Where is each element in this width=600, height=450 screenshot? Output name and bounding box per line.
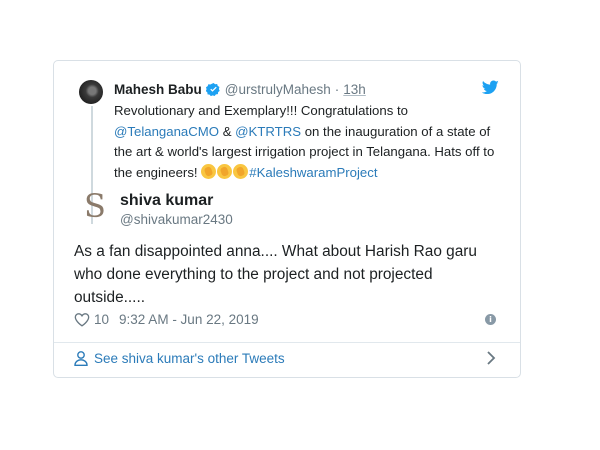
info-icon[interactable]: i (485, 314, 496, 325)
tweet-meta-row: 10 9:32 AM - Jun 22, 2019 (74, 312, 259, 327)
mention-link[interactable]: @KTRTRS (235, 124, 301, 139)
text-fragment: Revolutionary and Exemplary!!! Congratul… (114, 103, 408, 118)
reply-author-avatar[interactable]: S (82, 187, 108, 225)
tweet-timestamp[interactable]: 9:32 AM - Jun 22, 2019 (119, 312, 259, 327)
parent-author-handle[interactable]: @urstrulyMahesh (225, 82, 331, 97)
see-other-tweets-link[interactable]: See shiva kumar's other Tweets (74, 351, 285, 366)
embedded-tweet-card: Mahesh Babu @urstrulyMahesh · 13h Revolu… (53, 60, 521, 378)
parent-author-name[interactable]: Mahesh Babu (114, 82, 202, 97)
header-separator: · (334, 82, 340, 97)
like-count[interactable]: 10 (94, 312, 109, 327)
clapping-hands-icon (201, 163, 217, 179)
mention-link[interactable]: @TelanganaCMO (114, 124, 219, 139)
verified-badge-icon (205, 82, 220, 97)
chevron-right-icon[interactable] (486, 351, 496, 365)
footer-divider (54, 342, 520, 343)
twitter-bird-icon[interactable] (482, 80, 499, 95)
reply-author-handle[interactable]: @shivakumar2430 (120, 212, 233, 227)
hashtag-link[interactable]: #KaleshwaramProject (249, 165, 377, 180)
parent-tweet-time[interactable]: 13h (343, 82, 366, 97)
text-fragment: & (219, 123, 236, 139)
parent-tweet-header: Mahesh Babu @urstrulyMahesh · 13h (114, 82, 366, 97)
heart-icon[interactable] (74, 312, 90, 327)
parent-author-avatar[interactable] (79, 80, 103, 104)
avatar-letter: S (84, 187, 106, 225)
see-other-tweets-label: See shiva kumar's other Tweets (94, 351, 285, 366)
parent-tweet-text: Revolutionary and Exemplary!!! Congratul… (114, 101, 506, 183)
person-icon (74, 351, 88, 366)
reply-author-name[interactable]: shiva kumar (120, 192, 213, 210)
clapping-hands-icon (217, 163, 233, 179)
clapping-hands-icon (233, 163, 249, 179)
reply-tweet-text: As a fan disappointed anna.... What abou… (74, 243, 477, 306)
